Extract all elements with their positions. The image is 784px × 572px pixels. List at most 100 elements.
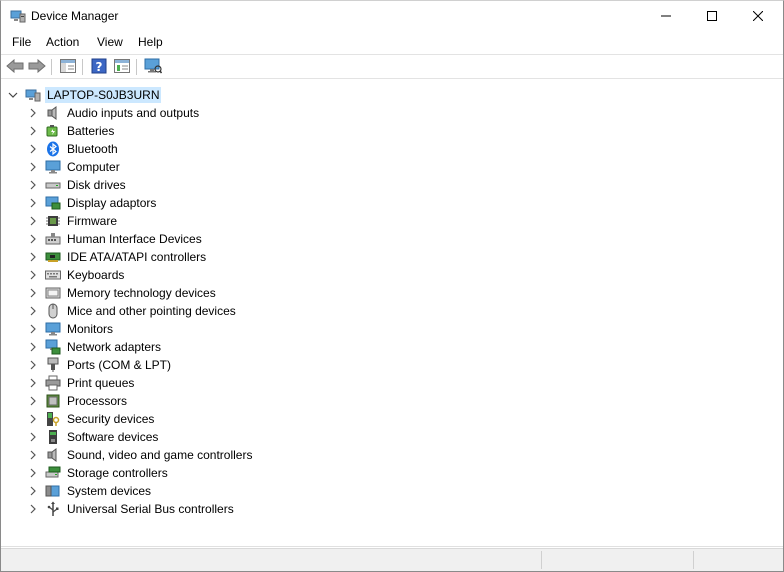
status-pane [693,551,781,569]
tree-category-row[interactable]: Ports (COM & LPT) [27,356,173,374]
tree-category-row[interactable]: Batteries [27,122,116,140]
software-device-icon [45,429,61,445]
tree-category-row[interactable]: Keyboards [27,266,126,284]
device-manager-icon [10,8,26,24]
chevron-right-icon[interactable] [27,341,39,353]
properties-icon [114,58,130,76]
chevron-right-icon[interactable] [27,107,39,119]
title-bar[interactable]: Device Manager [1,1,783,32]
maximize-button[interactable] [689,1,735,32]
usb-icon [45,501,61,517]
tree-category-row[interactable]: Mice and other pointing devices [27,302,238,320]
tree-category-label: Print queues [67,376,135,390]
tree-category-label: Processors [67,394,128,408]
chevron-right-icon[interactable] [27,377,39,389]
tree-category-row[interactable]: Software devices [27,428,160,446]
chevron-down-icon[interactable] [7,89,19,101]
menu-help[interactable]: Help [136,35,165,49]
port-icon [45,357,61,373]
tree-category-label: Storage controllers [67,466,168,480]
tree-category-label: Ports (COM & LPT) [67,358,172,372]
controller-card-icon [45,249,61,265]
forward-button[interactable] [27,58,47,76]
chevron-right-icon[interactable] [27,233,39,245]
tree-category-label: Computer [67,160,120,174]
tree-category-row[interactable]: System devices [27,482,153,500]
status-bar [1,548,783,571]
chevron-right-icon[interactable] [27,359,39,371]
tree-root-label: LAPTOP-S0JB3URN [45,87,162,103]
show-hide-console-tree-button[interactable] [58,58,78,76]
minimize-icon [661,10,671,24]
toolbar-separator [82,59,83,75]
disk-drive-icon [45,177,61,193]
chevron-right-icon[interactable] [27,323,39,335]
minimize-button[interactable] [643,1,689,32]
tree-category-label: Software devices [67,430,159,444]
chevron-right-icon[interactable] [27,503,39,515]
device-tree[interactable]: LAPTOP-S0JB3URN Audio inputs and outputs… [1,80,783,547]
chevron-right-icon[interactable] [27,467,39,479]
tree-category-row[interactable]: Memory technology devices [27,284,218,302]
chevron-right-icon[interactable] [27,449,39,461]
tree-category-row[interactable]: Network adapters [27,338,163,356]
tree-category-label: Human Interface Devices [67,232,202,246]
tree-root[interactable]: LAPTOP-S0JB3URN [7,86,162,104]
speaker-icon [45,447,61,463]
printer-icon [45,375,61,391]
chevron-right-icon[interactable] [27,161,39,173]
chevron-right-icon[interactable] [27,395,39,407]
chevron-right-icon[interactable] [27,287,39,299]
chevron-right-icon[interactable] [27,125,39,137]
tree-category-label: Keyboards [67,268,125,282]
tree-category-row[interactable]: IDE ATA/ATAPI controllers [27,248,208,266]
security-icon [45,411,61,427]
tree-category-row[interactable]: Processors [27,392,129,410]
menu-action[interactable]: Action [44,35,81,49]
tree-category-row[interactable]: Disk drives [27,176,128,194]
tree-category-row[interactable]: Firmware [27,212,119,230]
tree-category-label: Monitors [67,322,114,336]
network-icon [45,339,61,355]
tree-category-row[interactable]: Human Interface Devices [27,230,204,248]
display-adapter-icon [45,195,61,211]
chevron-right-icon[interactable] [27,305,39,317]
tree-category-label: IDE ATA/ATAPI controllers [67,250,207,264]
chevron-right-icon[interactable] [27,251,39,263]
back-button[interactable] [5,58,25,76]
tree-category-label: Security devices [67,412,155,426]
chevron-right-icon[interactable] [27,431,39,443]
tree-category-label: Memory technology devices [67,286,216,300]
tree-category-row[interactable]: Security devices [27,410,156,428]
tree-category-row[interactable]: Monitors [27,320,115,338]
menu-file[interactable]: File [10,35,33,49]
tree-category-row[interactable]: Audio inputs and outputs [27,104,201,122]
scan-hardware-button[interactable] [143,58,163,76]
help-button[interactable]: ? [89,58,109,76]
memory-icon [45,285,61,301]
chevron-right-icon[interactable] [27,143,39,155]
show-hide-console-tree-icon [60,58,76,76]
tree-category-row[interactable]: Storage controllers [27,464,170,482]
properties-button[interactable] [112,58,132,76]
close-button[interactable] [735,1,781,32]
tree-category-label: Mice and other pointing devices [67,304,236,318]
tree-category-label: Batteries [67,124,115,138]
chevron-right-icon[interactable] [27,269,39,281]
chevron-right-icon[interactable] [27,179,39,191]
tree-category-row[interactable]: Bluetooth [27,140,120,158]
chevron-right-icon[interactable] [27,197,39,209]
chevron-right-icon[interactable] [27,413,39,425]
tree-category-row[interactable]: Universal Serial Bus controllers [27,500,236,518]
tree-category-row[interactable]: Print queues [27,374,136,392]
tree-category-row[interactable]: Display adaptors [27,194,158,212]
chevron-right-icon[interactable] [27,485,39,497]
close-icon [752,10,764,24]
tree-category-row[interactable]: Computer [27,158,122,176]
chevron-right-icon[interactable] [27,215,39,227]
menu-view[interactable]: View [95,35,125,49]
tree-category-row[interactable]: Sound, video and game controllers [27,446,254,464]
system-device-icon [45,483,61,499]
battery-icon [45,123,61,139]
tree-category-label: System devices [67,484,152,498]
